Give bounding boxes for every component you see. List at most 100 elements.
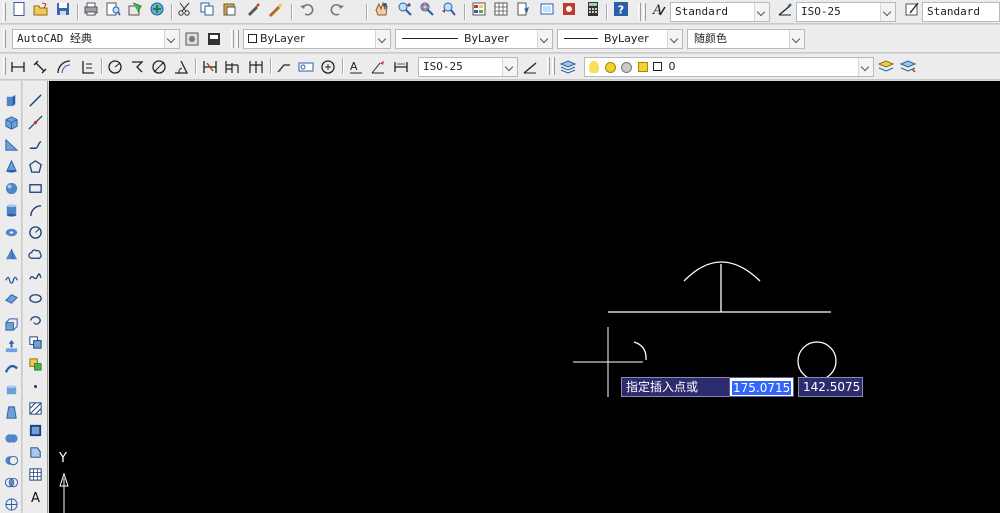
- table-style-select[interactable]: Standard: [922, 2, 1000, 22]
- ordinate-icon[interactable]: [79, 58, 97, 76]
- ellipse-arc-icon[interactable]: [26, 311, 45, 330]
- tolerance-icon[interactable]: [297, 58, 315, 76]
- cut-icon[interactable]: [176, 0, 194, 18]
- x-coordinate-input[interactable]: 175.0715: [729, 377, 794, 397]
- cone-icon[interactable]: [2, 157, 21, 176]
- construction-line-icon[interactable]: [26, 113, 45, 132]
- extrude-icon[interactable]: [2, 315, 21, 334]
- radius-icon[interactable]: [106, 58, 124, 76]
- jogged-icon[interactable]: [128, 58, 146, 76]
- pyramid-icon[interactable]: [2, 245, 21, 264]
- chevron-down-icon[interactable]: [537, 30, 552, 48]
- region-icon[interactable]: [26, 443, 45, 462]
- 3d-operation-icon[interactable]: [2, 495, 21, 513]
- chevron-down-icon[interactable]: [880, 3, 895, 21]
- chevron-down-icon[interactable]: [789, 30, 804, 48]
- spline-icon[interactable]: [26, 267, 45, 286]
- chevron-down-icon[interactable]: [502, 58, 517, 76]
- new-icon[interactable]: [10, 0, 28, 18]
- line-icon[interactable]: [26, 91, 45, 110]
- sheet-set-icon[interactable]: [538, 0, 556, 18]
- y-value[interactable]: 142.5075: [803, 380, 860, 394]
- text-style-select[interactable]: Standard: [670, 2, 770, 22]
- dim-edit-icon[interactable]: A: [347, 58, 365, 76]
- rectangle-icon[interactable]: [26, 179, 45, 198]
- undo-icon[interactable]: [298, 0, 316, 18]
- planar-surface-icon[interactable]: [2, 289, 21, 308]
- make-current-icon[interactable]: [877, 58, 895, 76]
- center-mark-icon[interactable]: [319, 58, 337, 76]
- hatch-icon[interactable]: [26, 399, 45, 418]
- polysolid-icon[interactable]: [2, 91, 21, 110]
- help-icon[interactable]: ?: [612, 0, 630, 18]
- dim-style-icon[interactable]: [776, 0, 794, 18]
- dim-style-select[interactable]: ISO-25: [796, 2, 896, 22]
- arc-icon[interactable]: [26, 201, 45, 220]
- loft-icon[interactable]: [2, 403, 21, 422]
- chevron-down-icon[interactable]: [164, 30, 179, 48]
- markup-icon[interactable]: [560, 0, 578, 18]
- dim-style-select-2[interactable]: ISO-25: [418, 57, 518, 77]
- copy-icon[interactable]: [198, 0, 216, 18]
- color-select[interactable]: ByLayer: [243, 29, 391, 49]
- layer-select[interactable]: 0: [584, 57, 874, 77]
- chevron-down-icon[interactable]: [858, 58, 873, 76]
- workspace-save-icon[interactable]: [205, 30, 223, 48]
- chevron-down-icon[interactable]: [667, 30, 682, 48]
- properties-icon[interactable]: [470, 0, 488, 18]
- zoom-previous-icon[interactable]: [440, 0, 458, 18]
- quick-dim-icon[interactable]: [201, 58, 219, 76]
- revolve-icon[interactable]: [2, 381, 21, 400]
- sweep-icon[interactable]: [2, 359, 21, 378]
- angular-icon[interactable]: [172, 58, 190, 76]
- calculator-icon[interactable]: [584, 0, 602, 18]
- dim-text-edit-icon[interactable]: [369, 58, 387, 76]
- print-icon[interactable]: [82, 0, 100, 18]
- aligned-dim-icon[interactable]: [31, 58, 49, 76]
- subtract-icon[interactable]: [2, 451, 21, 470]
- plot-icon[interactable]: [148, 0, 166, 18]
- intersect-icon[interactable]: [2, 473, 21, 492]
- open-icon[interactable]: [32, 0, 50, 18]
- point-icon[interactable]: [26, 377, 45, 396]
- leader-icon[interactable]: [275, 58, 293, 76]
- sphere-icon[interactable]: [2, 179, 21, 198]
- layer-manager-icon[interactable]: [559, 58, 577, 76]
- baseline-icon[interactable]: [223, 58, 241, 76]
- pan-icon[interactable]: [372, 0, 390, 18]
- arc-length-icon[interactable]: [55, 58, 73, 76]
- design-center-icon[interactable]: [492, 0, 510, 18]
- box-icon[interactable]: [2, 113, 21, 132]
- cylinder-icon[interactable]: [2, 201, 21, 220]
- zoom-window-icon[interactable]: [418, 0, 436, 18]
- table-style-icon[interactable]: [903, 0, 921, 18]
- union-icon[interactable]: [2, 429, 21, 448]
- lineweight-select[interactable]: ByLayer: [557, 29, 683, 49]
- x-value[interactable]: 175.0715: [732, 381, 792, 395]
- save-icon[interactable]: [54, 0, 72, 18]
- torus-icon[interactable]: [2, 223, 21, 242]
- polyline-icon[interactable]: [26, 135, 45, 154]
- presspull-icon[interactable]: [2, 337, 21, 356]
- gradient-icon[interactable]: [26, 421, 45, 440]
- text-style-icon[interactable]: A: [650, 0, 668, 18]
- workspace-select[interactable]: AutoCAD 经典: [12, 29, 180, 49]
- y-coordinate-input[interactable]: 142.5075: [798, 377, 863, 397]
- circle-icon[interactable]: [26, 223, 45, 242]
- linear-dim-icon[interactable]: [9, 58, 27, 76]
- make-block-icon[interactable]: [26, 355, 45, 374]
- chevron-down-icon[interactable]: [754, 3, 769, 21]
- redo-icon[interactable]: [328, 0, 346, 18]
- ellipse-icon[interactable]: [26, 289, 45, 308]
- revision-cloud-icon[interactable]: [26, 245, 45, 264]
- linetype-select[interactable]: ByLayer: [395, 29, 553, 49]
- chevron-down-icon[interactable]: [375, 30, 390, 48]
- paste-icon[interactable]: [220, 0, 238, 18]
- layer-previous-icon[interactable]: [899, 58, 917, 76]
- multiline-text-icon[interactable]: A: [26, 487, 45, 506]
- wedge-icon[interactable]: [2, 135, 21, 154]
- preview-icon[interactable]: [104, 0, 122, 18]
- dim-update-icon[interactable]: [392, 58, 410, 76]
- publish-icon[interactable]: [126, 0, 144, 18]
- table-icon[interactable]: [26, 465, 45, 484]
